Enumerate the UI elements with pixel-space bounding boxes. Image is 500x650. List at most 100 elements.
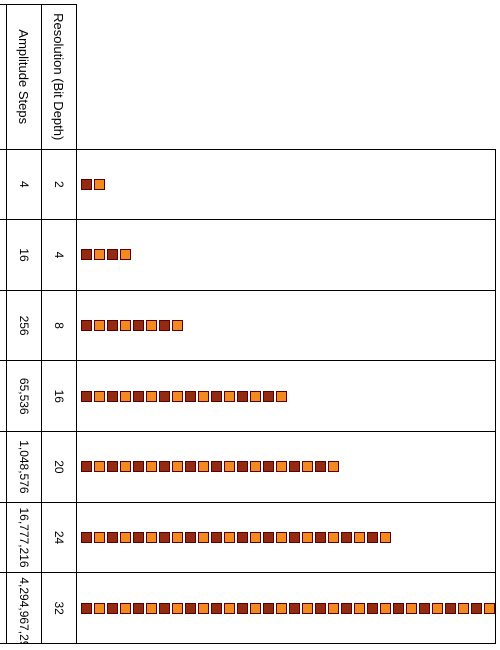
cell-dynamic-range: 144: [0, 502, 7, 573]
bit-square: [94, 249, 105, 260]
bit-square: [133, 320, 144, 331]
bit-square: [120, 532, 131, 543]
bit-square: [393, 603, 404, 614]
bit-square: [328, 532, 339, 543]
bit-square: [133, 461, 144, 472]
bit-square: [315, 461, 326, 472]
bit-square: [107, 461, 118, 472]
bar-row: [77, 5, 496, 644]
bit-square: [263, 532, 274, 543]
cell-amplitude: 1,048,576: [7, 432, 42, 503]
cell-resolution: 4: [42, 220, 77, 291]
bit-square: [159, 391, 170, 402]
bit-square: [224, 603, 235, 614]
bit-square: [328, 603, 339, 614]
bit-square: [302, 603, 313, 614]
bit-square: [432, 603, 443, 614]
cell-resolution: 24: [42, 502, 77, 573]
bit-square: [354, 532, 365, 543]
bit-square: [146, 391, 157, 402]
bit-square: [406, 603, 417, 614]
bar-cell: [77, 502, 496, 573]
bitdepth-table: Resolution (Bit Depth) 2 4 8 16 20 24 32…: [0, 4, 496, 644]
cell-resolution: 8: [42, 290, 77, 361]
bit-square: [172, 391, 183, 402]
bit-square: [250, 532, 261, 543]
bit-square: [224, 391, 235, 402]
bar: [81, 150, 105, 220]
bit-square: [419, 603, 430, 614]
bit-square: [445, 603, 456, 614]
bit-square: [302, 461, 313, 472]
bit-square: [133, 603, 144, 614]
bit-square: [380, 532, 391, 543]
bit-square: [146, 532, 157, 543]
bit-square: [211, 532, 222, 543]
bit-square: [224, 461, 235, 472]
bit-square: [198, 532, 209, 543]
bit-square: [276, 391, 287, 402]
bit-square: [341, 532, 352, 543]
bit-square: [250, 391, 261, 402]
bit-square: [328, 461, 339, 472]
bit-square: [276, 603, 287, 614]
bit-square: [81, 249, 92, 260]
bit-square: [276, 532, 287, 543]
header-resolution: Resolution (Bit Depth): [42, 5, 77, 150]
bit-square: [315, 603, 326, 614]
bar: [81, 220, 131, 290]
bit-square: [94, 603, 105, 614]
cell-amplitude: 4: [7, 149, 42, 220]
bit-square: [107, 603, 118, 614]
bit-square: [81, 461, 92, 472]
bit-square: [172, 603, 183, 614]
header-amplitude: Amplitude Steps: [7, 5, 42, 150]
bit-square: [81, 179, 92, 190]
bit-square: [250, 461, 261, 472]
bit-square: [81, 391, 92, 402]
bit-square: [107, 320, 118, 331]
cell-dynamic-range: 96: [0, 361, 7, 432]
cell-dynamic-range: 120: [0, 432, 7, 503]
bit-square: [120, 461, 131, 472]
bit-square: [94, 391, 105, 402]
bit-square: [276, 461, 287, 472]
bit-square: [107, 249, 118, 260]
bit-square: [211, 461, 222, 472]
row-dynamic-range: Dynamic Range (dB) 12 24 48 96 120 144 1…: [0, 5, 7, 644]
bit-square: [302, 532, 313, 543]
bit-square: [94, 320, 105, 331]
cell-amplitude: 256: [7, 290, 42, 361]
bit-square: [458, 603, 469, 614]
bit-square: [211, 603, 222, 614]
bit-square: [159, 532, 170, 543]
bar: [81, 432, 339, 502]
cell-amplitude: 65,536: [7, 361, 42, 432]
bit-square: [146, 603, 157, 614]
bit-square: [146, 320, 157, 331]
bit-square: [120, 320, 131, 331]
bit-square: [81, 603, 92, 614]
bit-square: [185, 603, 196, 614]
bit-square: [367, 532, 378, 543]
cell-resolution: 20: [42, 432, 77, 503]
bar: [81, 503, 391, 573]
cell-dynamic-range: 12: [0, 149, 7, 220]
bit-square: [263, 603, 274, 614]
bit-square: [341, 603, 352, 614]
bit-square: [172, 320, 183, 331]
bar: [81, 573, 495, 643]
bar-cell: [77, 361, 496, 432]
bit-square: [198, 391, 209, 402]
bit-square: [367, 603, 378, 614]
bit-square: [289, 532, 300, 543]
bit-square: [159, 603, 170, 614]
bit-square: [120, 249, 131, 260]
bar-row-spacer: [77, 5, 496, 150]
bit-square: [224, 532, 235, 543]
bit-square: [237, 461, 248, 472]
bar: [81, 361, 287, 431]
cell-amplitude: 4,294,967,296: [7, 573, 42, 644]
bit-square: [172, 532, 183, 543]
bit-square: [107, 532, 118, 543]
